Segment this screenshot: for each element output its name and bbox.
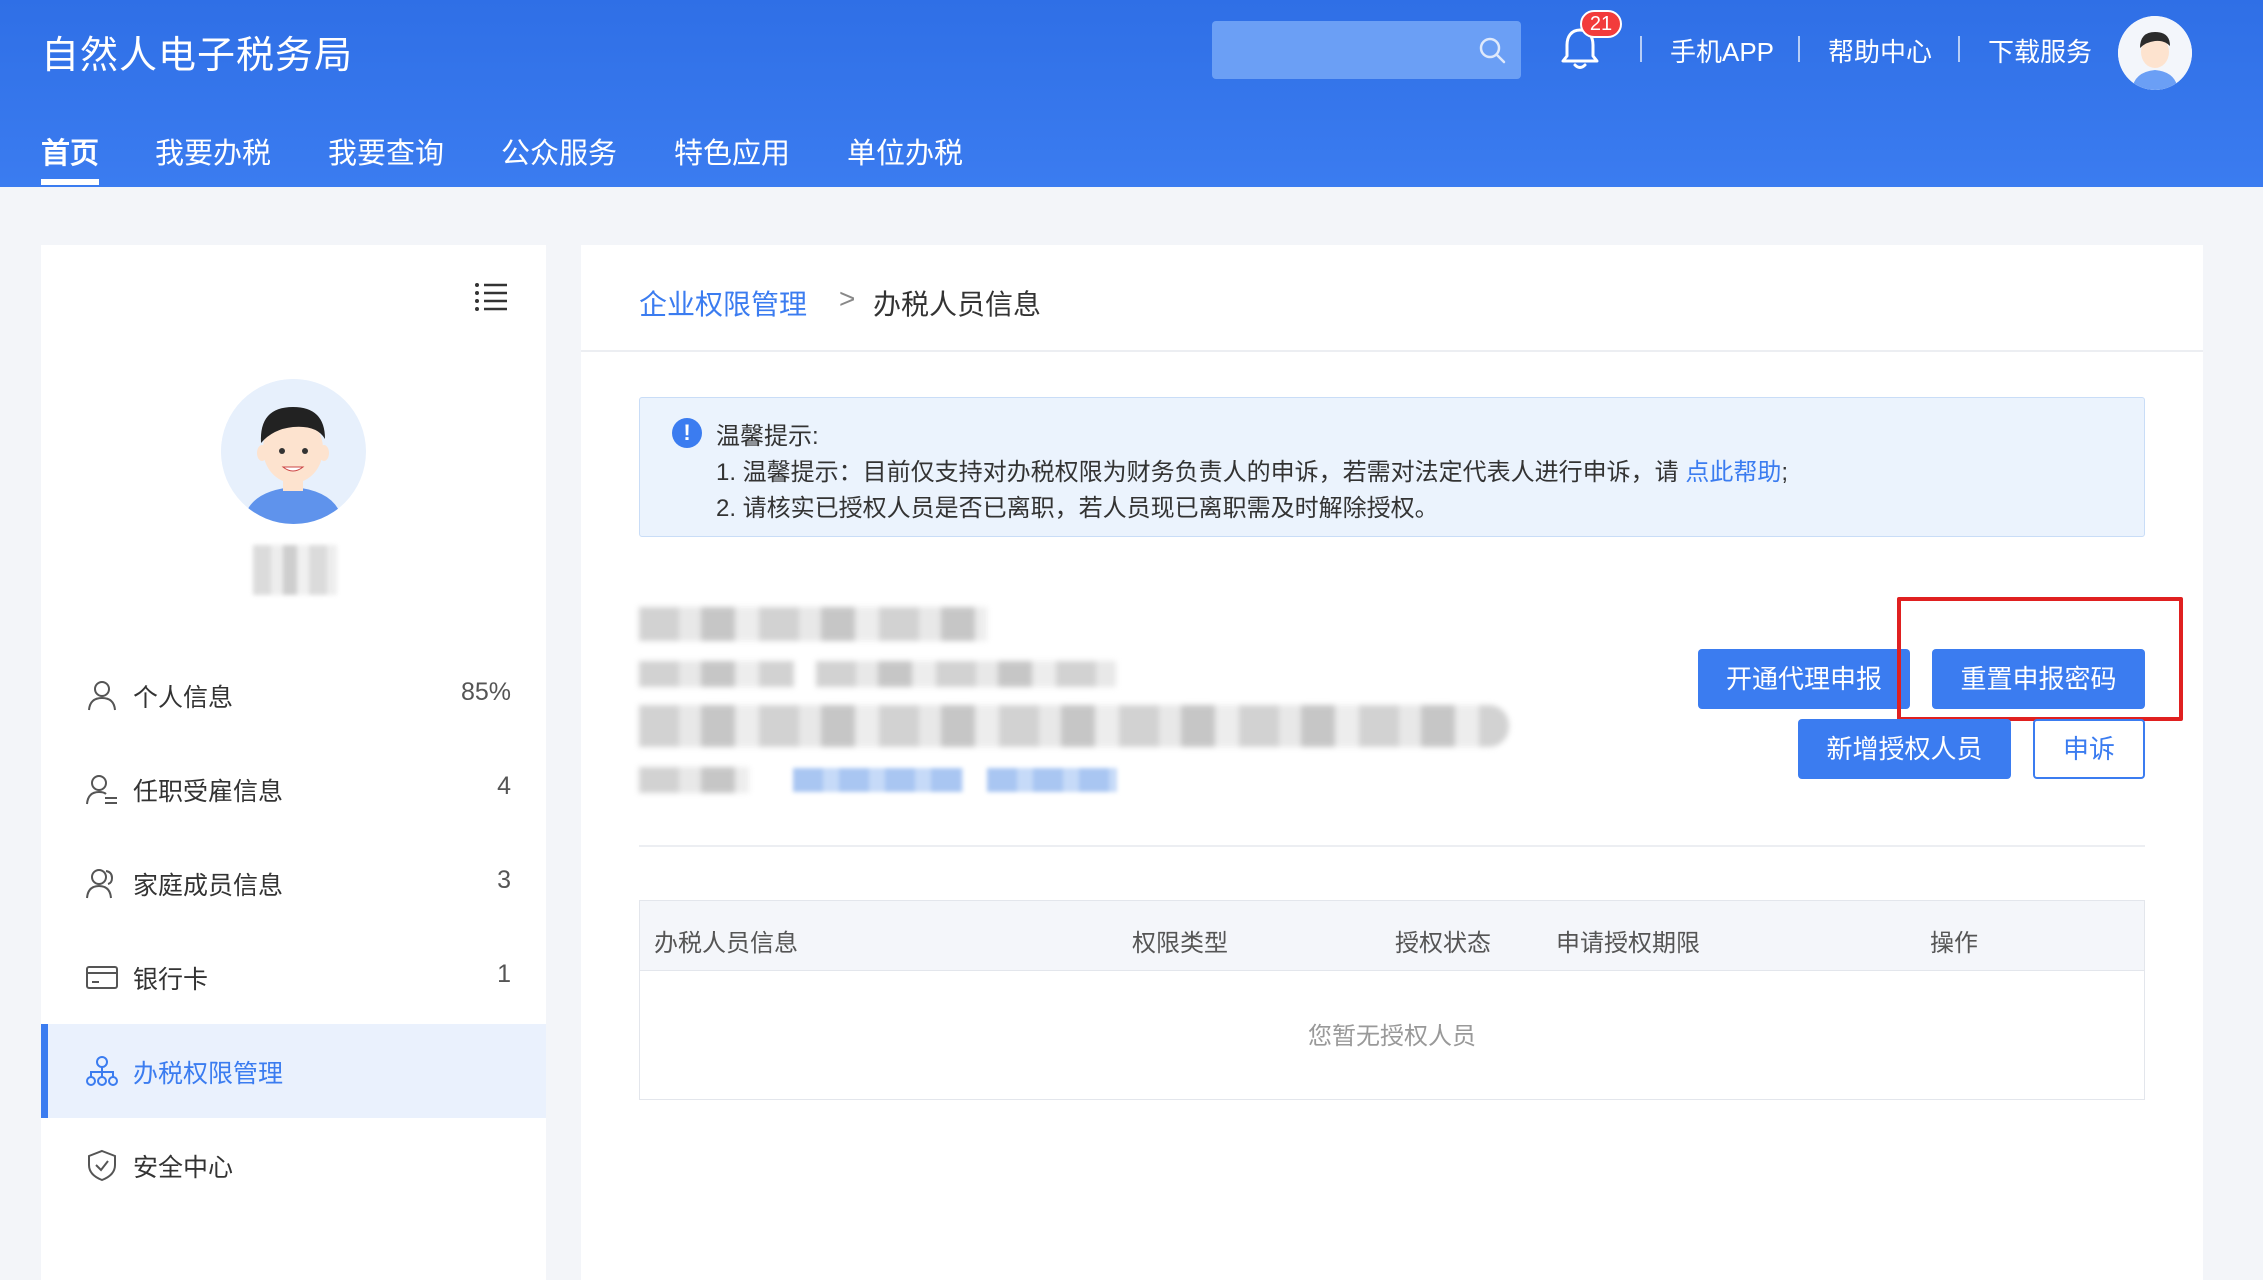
header-divider (1798, 36, 1800, 62)
section-divider (639, 845, 2145, 847)
redacted-link (987, 768, 1117, 792)
download-service-link[interactable]: 下载服务 (1988, 32, 2092, 69)
nav-unit-tax[interactable]: 单位办税 (847, 130, 963, 172)
top-header: 自然人电子税务局 21 手机APP 帮助中心 下载服务 首页 我要办税 我要查询… (0, 0, 2263, 187)
search-input[interactable] (1212, 21, 1462, 79)
sidebar-item-family[interactable]: 家庭成员信息 3 (41, 836, 546, 930)
profile-avatar[interactable] (221, 379, 366, 524)
notice-title: 温馨提示: (716, 423, 819, 450)
breadcrumb-current: 办税人员信息 (873, 289, 1042, 320)
help-center-link[interactable]: 帮助中心 (1828, 32, 1932, 69)
column-header: 办税人员信息 (654, 930, 798, 957)
org-chart-icon (86, 1056, 118, 1086)
sidebar-item-security[interactable]: 安全中心 (41, 1118, 546, 1212)
notice-box: ! 温馨提示: 1. 温馨提示：目前仅支持对办税权限为财务负责人的申诉，若需对法… (639, 397, 2145, 537)
sidebar-item-personal-info[interactable]: 个人信息 85% (41, 648, 546, 742)
nav-featured-apps[interactable]: 特色应用 (674, 130, 790, 172)
notice-line-2: 2. 请核实已授权人员是否已离职，若人员现已离职需及时解除授权。 (716, 495, 1439, 522)
nav-do-tax[interactable]: 我要办税 (155, 130, 271, 172)
employment-icon (86, 775, 117, 805)
info-icon: ! (672, 418, 702, 448)
app-title: 自然人电子税务局 (41, 35, 354, 77)
main-panel: 企业权限管理 > 办税人员信息 ! 温馨提示: 1. 温馨提示：目前仅支持对办税… (581, 245, 2203, 1280)
sidebar-item-bank-card[interactable]: 银行卡 1 (41, 930, 546, 1024)
menu-list-icon[interactable] (474, 282, 508, 312)
appeal-button[interactable]: 申诉 (2033, 719, 2145, 779)
left-sidebar: 个人信息 85% 任职受雇信息 4 家庭成员信息 3 银行卡 1 办税权限管理 … (41, 245, 546, 1280)
nav-query[interactable]: 我要查询 (328, 130, 444, 172)
avatar-image (2118, 16, 2192, 90)
empty-state-text: 您暂无授权人员 (1308, 1023, 1476, 1050)
notice-line-1-suffix: ; (1781, 459, 1789, 486)
open-agent-declaration-button[interactable]: 开通代理申报 (1698, 649, 1910, 709)
column-header: 操作 (1930, 930, 1978, 957)
sidebar-item-count: 3 (497, 866, 511, 894)
sidebar-item-count: 85% (460, 678, 511, 706)
column-header: 申请授权期限 (1556, 930, 1700, 957)
column-header: 权限类型 (1132, 930, 1228, 957)
notice-line-1-text: 1. 温馨提示：目前仅支持对办税权限为财务负责人的申诉，若需对法定代表人进行申诉… (716, 459, 1686, 486)
redacted-field (816, 661, 1116, 687)
search-icon[interactable] (1477, 35, 1507, 65)
column-header: 授权状态 (1395, 930, 1491, 957)
sidebar-item-tax-permission[interactable]: 办税权限管理 (41, 1024, 546, 1118)
sidebar-item-label: 家庭成员信息 (133, 872, 284, 900)
sidebar-item-employment[interactable]: 任职受雇信息 4 (41, 742, 546, 836)
user-avatar[interactable] (2118, 16, 2192, 90)
redacted-link (793, 768, 963, 792)
sidebar-item-label: 银行卡 (133, 966, 209, 994)
mobile-app-link[interactable]: 手机APP (1670, 32, 1774, 69)
redacted-field (639, 767, 749, 793)
redacted-company-name (639, 607, 987, 641)
breadcrumb: 企业权限管理 > 办税人员信息 (581, 245, 2203, 352)
nav-active-indicator (41, 179, 99, 185)
redacted-user-name (253, 545, 337, 595)
header-divider (1958, 36, 1960, 62)
sidebar-item-label: 个人信息 (133, 684, 234, 712)
add-authorized-person-button[interactable]: 新增授权人员 (1798, 719, 2011, 779)
authorized-persons-table: 办税人员信息 权限类型 授权状态 申请授权期限 操作 您暂无授权人员 (639, 900, 2145, 1100)
user-icon (88, 681, 116, 711)
sidebar-item-label: 办税权限管理 (133, 1060, 284, 1088)
redacted-field (639, 705, 1509, 747)
sidebar-item-count: 1 (497, 960, 511, 988)
help-link[interactable]: 点此帮助 (1685, 459, 1781, 486)
sidebar-item-count: 4 (497, 772, 511, 800)
header-divider (1640, 36, 1642, 62)
breadcrumb-separator: > (839, 283, 856, 314)
search-box[interactable] (1212, 21, 1521, 79)
avatar-image (221, 379, 365, 524)
table-header: 办税人员信息 权限类型 授权状态 申请授权期限 操作 (640, 901, 2144, 971)
highlight-annotation-box (1897, 597, 2183, 721)
shield-icon (88, 1149, 116, 1182)
notification-badge: 21 (1580, 10, 1622, 38)
sidebar-item-label: 任职受雇信息 (133, 778, 284, 806)
breadcrumb-parent-link[interactable]: 企业权限管理 (639, 283, 807, 323)
bank-card-icon (86, 966, 118, 989)
family-icon (86, 869, 114, 899)
sidebar-item-label: 安全中心 (133, 1154, 234, 1182)
notice-line-1: 1. 温馨提示：目前仅支持对办税权限为财务负责人的申诉，若需对法定代表人进行申诉… (716, 452, 1788, 487)
redacted-field (639, 661, 794, 687)
nav-public-service[interactable]: 公众服务 (501, 130, 617, 172)
nav-home[interactable]: 首页 (41, 130, 99, 172)
